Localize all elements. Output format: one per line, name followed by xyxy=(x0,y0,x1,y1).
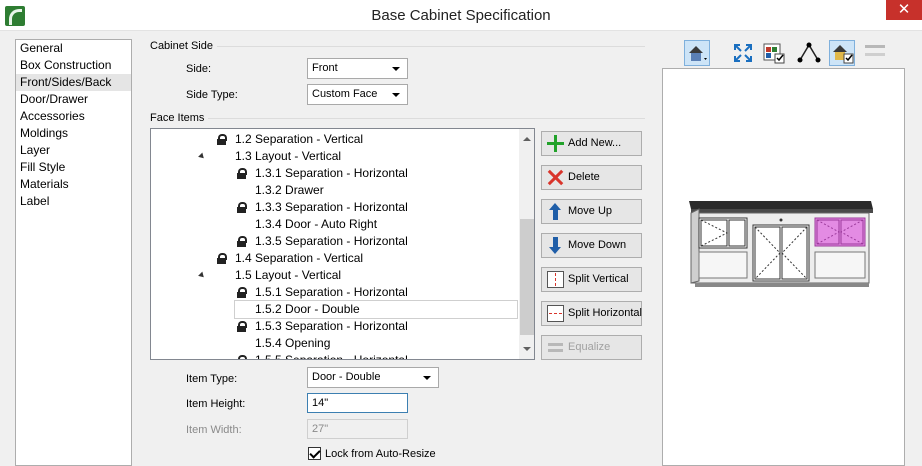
split-horizontal-button[interactable]: Split Horizontal xyxy=(541,301,642,326)
cabinet-side-group-label: Cabinet Side xyxy=(150,40,217,52)
fill-window-icon xyxy=(734,44,752,62)
side-type-select-value: Custom Face xyxy=(312,88,378,100)
nav-item-front-sides-back[interactable]: Front/Sides/Back xyxy=(16,74,131,91)
window-title: Base Cabinet Specification xyxy=(371,7,551,24)
preview-pane[interactable] xyxy=(662,68,905,466)
face-items-group-label: Face Items xyxy=(150,112,209,124)
close-button[interactable]: ✕ xyxy=(886,0,922,20)
move-down-button[interactable]: Move Down xyxy=(541,233,642,258)
nav-item-door-drawer[interactable]: Door/Drawer xyxy=(16,91,131,108)
chevron-down-icon xyxy=(392,67,400,71)
split-vertical-button[interactable]: Split Vertical xyxy=(541,267,642,292)
move-up-label: Move Up xyxy=(568,205,613,217)
cabinet-side-panel xyxy=(690,208,700,284)
show-selected-icon xyxy=(833,45,854,64)
chevron-down-icon xyxy=(423,376,431,380)
nav-item-label[interactable]: Label xyxy=(16,193,131,210)
title-bar: Base Cabinet Specification ✕ xyxy=(0,0,922,31)
orbit-view-icon xyxy=(797,42,821,63)
side-type-select[interactable]: Custom Face xyxy=(307,84,408,105)
side-select[interactable]: Front xyxy=(307,58,408,79)
delete-x-icon xyxy=(547,169,564,186)
nav-item-layer[interactable]: Layer xyxy=(16,142,131,159)
item-type-select-value: Door - Double xyxy=(312,371,381,383)
category-list: General Box Construction Front/Sides/Back D… xyxy=(15,39,132,466)
chevron-down-icon xyxy=(392,93,400,97)
collapse-icon xyxy=(865,45,885,56)
tree-item[interactable]: 1.3.2 Drawer xyxy=(235,182,517,199)
tree-item[interactable]: 1.4 Separation - Vertical xyxy=(215,250,517,267)
fill-window-button[interactable] xyxy=(730,40,756,66)
tree-item[interactable]: 1.5.4 Opening xyxy=(235,335,517,352)
face-items-divider xyxy=(150,118,645,119)
tree-item[interactable]: 1.5.3 Separation - Horizontal xyxy=(235,318,517,335)
split-vertical-icon xyxy=(547,271,564,288)
lock-auto-resize-label: Lock from Auto-Resize xyxy=(325,448,436,460)
color-on-off-button[interactable] xyxy=(761,40,787,66)
show-selected-button[interactable] xyxy=(829,40,855,66)
tree-item[interactable]: 1.5 Layout - Vertical xyxy=(215,267,517,284)
split-vertical-label: Split Vertical xyxy=(568,273,629,285)
orbit-view-button[interactable] xyxy=(796,40,822,66)
plus-icon xyxy=(547,135,564,152)
collapse-button[interactable] xyxy=(862,40,888,66)
scroll-thumb[interactable] xyxy=(520,219,534,335)
nav-item-fill-style[interactable]: Fill Style xyxy=(16,159,131,176)
item-height-label: Item Height: xyxy=(186,398,246,410)
cabinet-side-divider xyxy=(150,46,645,47)
view-style-button[interactable] xyxy=(684,40,710,66)
nav-item-moldings[interactable]: Moldings xyxy=(16,125,131,142)
countertop xyxy=(689,201,873,209)
side-type-label: Side Type: xyxy=(186,89,238,101)
nav-item-box-construction[interactable]: Box Construction xyxy=(16,57,131,74)
tree-item[interactable]: 1.3.5 Separation - Horizontal xyxy=(235,233,517,250)
equalize-button[interactable]: Equalize xyxy=(541,335,642,360)
expand-triangle-icon[interactable] xyxy=(198,152,206,161)
item-type-select[interactable]: Door - Double xyxy=(307,367,439,388)
tree-item[interactable]: 1.5.1 Separation - Horizontal xyxy=(235,284,517,301)
right-opening xyxy=(814,251,866,279)
move-up-button[interactable]: Move Up xyxy=(541,199,642,224)
side-select-value: Front xyxy=(312,62,338,74)
tree-item[interactable]: 1.3.3 Separation - Horizontal xyxy=(235,199,517,216)
item-height-input[interactable]: 14" xyxy=(307,393,408,413)
scroll-down-icon[interactable] xyxy=(523,347,531,351)
equalize-icon xyxy=(547,339,564,356)
face-items-tree[interactable]: 1.2 Separation - Vertical 1.3 Layout - Ve… xyxy=(150,128,535,360)
countertop-edge xyxy=(691,209,873,213)
delete-button[interactable]: Delete xyxy=(541,165,642,190)
tree-item[interactable]: 1.3 Layout - Vertical xyxy=(215,148,517,165)
cabinet-preview-drawing xyxy=(689,201,873,287)
add-new-button[interactable]: Add New... xyxy=(541,131,642,156)
nav-item-accessories[interactable]: Accessories xyxy=(16,108,131,125)
nav-item-materials[interactable]: Materials xyxy=(16,176,131,193)
color-on-off-icon xyxy=(763,43,785,64)
lock-auto-resize-checkbox[interactable] xyxy=(308,447,321,460)
item-width-label: Item Width: xyxy=(186,424,242,436)
arrow-down-icon xyxy=(547,237,564,254)
split-horizontal-icon xyxy=(547,305,564,322)
move-down-label: Move Down xyxy=(568,239,627,251)
tree-scrollbar[interactable] xyxy=(519,129,534,359)
view-style-icon xyxy=(689,46,707,61)
left-opening xyxy=(698,251,748,279)
delete-label: Delete xyxy=(568,171,600,183)
expand-triangle-icon[interactable] xyxy=(198,271,206,280)
add-new-label: Add New... xyxy=(568,137,622,149)
tree-item[interactable]: 1.5.5 Separation - Horizontal xyxy=(235,352,517,359)
tree-item[interactable]: 1.2 Separation - Vertical xyxy=(215,131,517,148)
tree-item[interactable]: 1.5.2 Door - Double xyxy=(234,300,518,319)
tree-item[interactable]: 1.3.1 Separation - Horizontal xyxy=(235,165,517,182)
nav-item-general[interactable]: General xyxy=(16,40,131,57)
side-label: Side: xyxy=(186,63,212,75)
item-width-input[interactable]: 27" xyxy=(307,419,408,439)
toe-kick xyxy=(695,283,869,287)
split-horizontal-label: Split Horizontal xyxy=(568,307,642,319)
tree-item[interactable]: 1.3.4 Door - Auto Right xyxy=(235,216,517,233)
arrow-up-icon xyxy=(547,203,564,220)
scroll-up-icon[interactable] xyxy=(523,137,531,141)
item-type-label: Item Type: xyxy=(186,373,238,385)
equalize-label: Equalize xyxy=(568,341,611,353)
